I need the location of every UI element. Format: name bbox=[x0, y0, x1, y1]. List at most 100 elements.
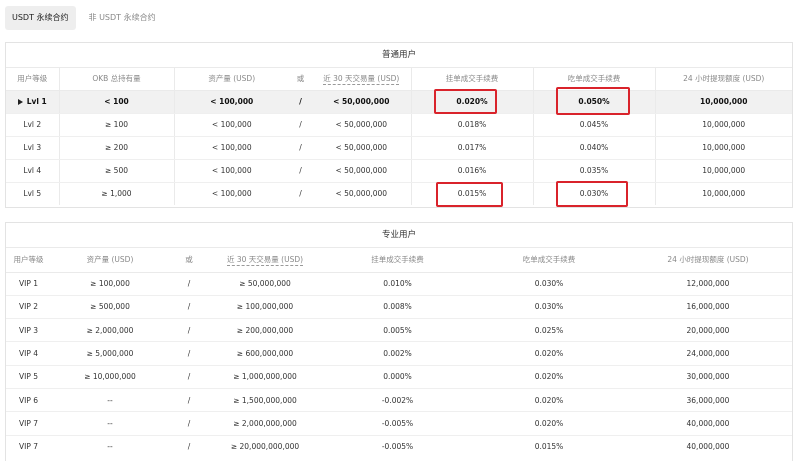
cell-okb-holding: ≥ 200 bbox=[59, 136, 175, 160]
col-30d-volume-label: 近 30 天交易量 (USD) bbox=[323, 74, 400, 86]
cell-or: / bbox=[169, 295, 209, 320]
cell-user-level: VIP 3 bbox=[6, 318, 51, 343]
col-or: 或 bbox=[169, 248, 209, 273]
table-row: VIP 4 ≥ 5,000,000/≥ 600,000,000 0.002% 0.02… bbox=[6, 341, 792, 366]
cell-or: / bbox=[169, 411, 209, 436]
cell-asset-amount: -- bbox=[51, 411, 169, 436]
col-taker-fee: 吃单成交手续费 bbox=[474, 248, 624, 273]
cell-or: / bbox=[169, 318, 209, 343]
normal-users-table: 用户等级 OKB 总持有量 资产量 (USD) 或 近 30 天交易量 (USD… bbox=[6, 68, 792, 205]
cell-asset-amount: ≥ 2,000,000 bbox=[51, 318, 169, 343]
cell-30d-volume: ≥ 2,000,000,000 bbox=[209, 411, 321, 436]
cell-taker-fee: 0.020% bbox=[474, 411, 624, 436]
cell-asset-amount: < 100,000 bbox=[211, 189, 252, 199]
cell-maker-fee: 0.017% bbox=[411, 136, 534, 160]
table-row: VIP 3 ≥ 2,000,000/≥ 200,000,000 0.005% 0.02… bbox=[6, 318, 792, 343]
cell-withdraw-limit: 40,000,000 bbox=[624, 411, 792, 436]
cell-user-level: VIP 6 bbox=[6, 388, 51, 413]
pro-users-table: 用户等级 资产量 (USD) 或 近 30 天交易量 (USD) 挂单成交手续费… bbox=[6, 248, 792, 458]
cell-user-level: VIP 5 bbox=[6, 365, 51, 389]
table-row: Lvl 3 ≥ 200 < 100,000/< 50,000,000 0.017% 0.… bbox=[6, 136, 792, 160]
cell-user-level: VIP 2 bbox=[6, 295, 51, 320]
cell-withdraw-limit: 10,000,000 bbox=[655, 159, 792, 183]
cell-withdraw-limit: 24,000,000 bbox=[624, 341, 792, 366]
cell-level-label: Lvl 1 bbox=[26, 97, 47, 106]
cell-withdraw-limit: 10,000,000 bbox=[655, 136, 792, 160]
cell-withdraw-limit: 10,000,000 bbox=[655, 90, 792, 114]
cell-maker-fee: 0.002% bbox=[321, 341, 474, 366]
cell-user-level: Lvl 4 bbox=[6, 159, 60, 183]
cell-okb-holding: ≥ 500 bbox=[59, 159, 175, 183]
cell-taker-fee: 0.030% bbox=[474, 272, 624, 296]
cell-maker-fee: -0.005% bbox=[321, 411, 474, 436]
cell-asset-amount: ≥ 500,000 bbox=[51, 295, 169, 320]
cell-30d-volume: ≥ 100,000,000 bbox=[209, 295, 321, 320]
cell-taker-fee: 0.020% bbox=[474, 388, 624, 413]
cell-taker-fee: 0.030% bbox=[474, 295, 624, 320]
cell-or: / bbox=[169, 388, 209, 413]
cell-or: / bbox=[289, 159, 312, 183]
cell-or: / bbox=[169, 365, 209, 389]
table-row: VIP 5 ≥ 10,000,000/≥ 1,000,000,000 0.000% 0… bbox=[6, 365, 792, 389]
cell-user-level: VIP 7 bbox=[6, 411, 51, 436]
cell-maker-fee: 0.005% bbox=[321, 318, 474, 343]
cell-30d-volume: ≥ 1,000,000,000 bbox=[209, 365, 321, 389]
table-row: VIP 2 ≥ 500,000/≥ 100,000,000 0.008% 0.030%… bbox=[6, 295, 792, 320]
col-30d-volume[interactable]: 近 30 天交易量 (USD) bbox=[312, 68, 412, 91]
cell-asset-amount: ≥ 100,000 bbox=[51, 272, 169, 296]
table-row: Lvl 2 ≥ 100 < 100,000/< 50,000,000 0.018% 0.… bbox=[6, 113, 792, 137]
col-or: 或 bbox=[289, 68, 312, 91]
normal-users-title: 普通用户 bbox=[6, 43, 792, 68]
cell-asset-amount: < 100,000 bbox=[174, 136, 289, 160]
col-user-level: 用户等级 bbox=[6, 68, 60, 91]
cell-maker-fee: 0.020% bbox=[411, 90, 534, 114]
cell-30d-volume: < 50,000,000 bbox=[312, 136, 412, 160]
cell-withdraw-limit: 20,000,000 bbox=[624, 318, 792, 343]
cell-user-level: Lvl 2 bbox=[6, 113, 60, 137]
cell-30d-volume: ≥ 200,000,000 bbox=[209, 318, 321, 343]
cell-asset-amount: < 100,000 bbox=[174, 159, 289, 183]
cell-or: / bbox=[299, 189, 302, 199]
cell-asset-amount: < 100,000 bbox=[174, 113, 289, 137]
cell-30d-volume: ≥ 600,000,000 bbox=[209, 341, 321, 366]
col-maker-fee: 挂单成交手续费 bbox=[411, 68, 534, 91]
current-level-arrow-icon bbox=[17, 99, 23, 105]
cell-30d-volume: < 50,000,000 bbox=[312, 113, 412, 137]
cell-withdraw-limit: 16,000,000 bbox=[624, 295, 792, 320]
cell-user-level: Lvl 3 bbox=[6, 136, 60, 160]
cell-asset-amount: -- bbox=[51, 388, 169, 413]
cell-maker-fee: 0.008% bbox=[321, 295, 474, 320]
cell-taker-fee: 0.035% bbox=[533, 159, 656, 183]
cell-asset-amount: ≥ 10,000,000 bbox=[51, 365, 169, 389]
cell-taker-fee: 0.020% bbox=[474, 365, 624, 389]
normal-header-row: 用户等级 OKB 总持有量 资产量 (USD) 或 近 30 天交易量 (USD… bbox=[6, 68, 792, 91]
cell-maker-fee: -0.005% bbox=[381, 442, 414, 452]
cell-maker-fee: 0.000% bbox=[321, 365, 474, 389]
normal-users-fee-table: 普通用户 用户等级 OKB 总持有量 资产量 (USD) 或 近 30 天交易量… bbox=[5, 42, 793, 208]
cell-user-level: Lvl 5 bbox=[6, 182, 60, 205]
table-row: VIP 7 -- / ≥ 20,000,000,000 -0.005% 0.015% 40,… bbox=[6, 435, 792, 458]
cell-30d-volume: ≥ 20,000,000,000 bbox=[230, 442, 300, 452]
pro-users-title: 专业用户 bbox=[6, 223, 792, 248]
cell-maker-fee: 0.016% bbox=[411, 159, 534, 183]
cell-asset-amount: < 100,000 bbox=[174, 90, 289, 114]
col-asset-amount: 资产量 (USD) bbox=[174, 68, 289, 91]
cell-maker-fee: -0.002% bbox=[321, 388, 474, 413]
cell-30d-volume: < 50,000,000 bbox=[312, 182, 412, 205]
cell-30d-volume: < 50,000,000 bbox=[312, 159, 412, 183]
cell-okb-holding: ≥ 1,000 bbox=[59, 182, 175, 205]
table-row: VIP 1 ≥ 100,000/≥ 50,000,000 0.010% 0.030% 1… bbox=[6, 272, 792, 296]
col-withdraw-limit: 24 小时提现额度 (USD) bbox=[624, 248, 792, 273]
col-maker-fee: 挂单成交手续费 bbox=[321, 248, 474, 273]
col-okb-holding: OKB 总持有量 bbox=[59, 68, 175, 91]
cell-or: / bbox=[169, 272, 209, 296]
cell-user-level: VIP 1 bbox=[6, 272, 51, 296]
col-30d-volume[interactable]: 近 30 天交易量 (USD) bbox=[209, 248, 321, 273]
cell-or: / bbox=[187, 442, 191, 452]
cell-maker-fee: 0.018% bbox=[411, 113, 534, 137]
tab-usdt-perpetual[interactable]: USDT 永续合约 bbox=[5, 6, 76, 30]
cell-withdraw-limit: 10,000,000 bbox=[702, 189, 746, 199]
cell-okb-holding: ≥ 100 bbox=[59, 113, 175, 137]
cell-taker-fee: 0.050% bbox=[533, 90, 656, 114]
tab-non-usdt-perpetual[interactable]: 非 USDT 永续合约 bbox=[82, 6, 163, 30]
